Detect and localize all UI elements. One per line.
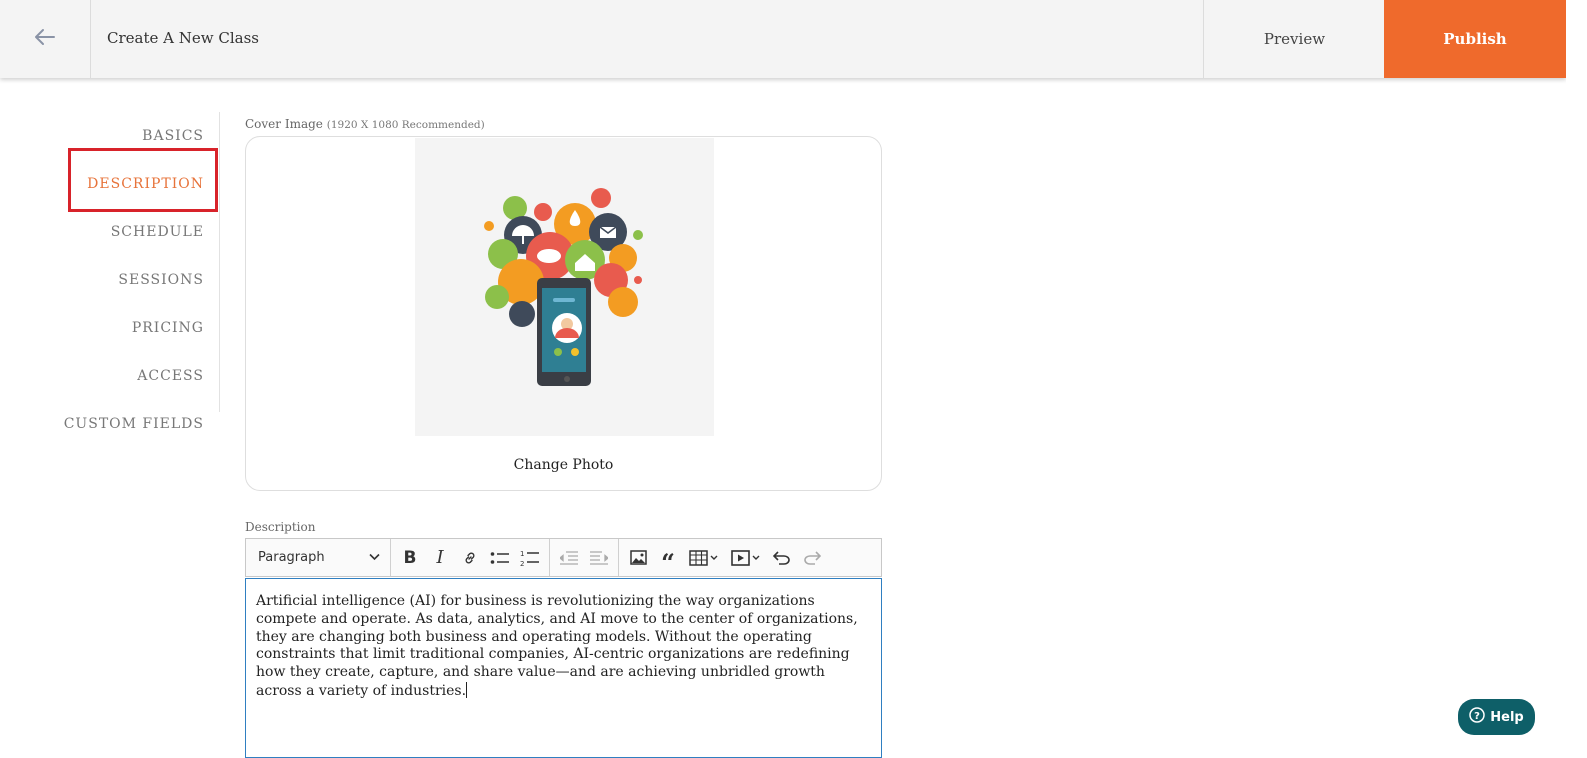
insert-group: “	[619, 539, 831, 576]
smartphone-apps-illustration	[484, 188, 643, 386]
nav-item-basics[interactable]: BASICS	[142, 128, 204, 144]
page-title: Create A New Class	[107, 29, 259, 47]
svg-text:2: 2	[520, 560, 524, 567]
nav-item-pricing[interactable]: PRICING	[132, 320, 204, 336]
blockquote-icon[interactable]: “	[653, 543, 683, 574]
cover-image-hint: (1920 X 1080 Recommended)	[326, 119, 485, 131]
description-label: Description	[245, 520, 316, 534]
image-icon[interactable]	[623, 543, 653, 573]
indent-icon[interactable]	[584, 543, 614, 573]
link-icon[interactable]	[455, 543, 485, 573]
nav-item-access[interactable]: ACCESS	[137, 368, 204, 384]
nav-item-sessions[interactable]: SESSIONS	[118, 272, 204, 288]
arrow-left-icon	[34, 28, 56, 50]
nav-item-custom-fields[interactable]: CUSTOM FIELDS	[64, 416, 204, 432]
text-style-group: B I 12	[391, 539, 550, 576]
help-label: Help	[1490, 709, 1524, 725]
preview-button[interactable]: Preview	[1203, 0, 1385, 78]
media-icon[interactable]	[725, 543, 767, 573]
description-text: Artificial intelligence (AI) for busines…	[256, 593, 858, 699]
change-photo-button[interactable]: Change Photo	[246, 457, 881, 473]
cover-image[interactable]	[415, 138, 714, 436]
indent-group	[550, 539, 619, 576]
italic-icon[interactable]: I	[425, 543, 455, 573]
table-icon[interactable]	[683, 543, 725, 573]
paragraph-format-select[interactable]: Paragraph	[246, 539, 391, 576]
paragraph-format-value: Paragraph	[258, 550, 325, 565]
cover-image-label: Cover Image (1920 X 1080 Recommended)	[245, 117, 485, 131]
undo-icon[interactable]	[767, 543, 797, 573]
nav-item-schedule[interactable]: SCHEDULE	[111, 224, 204, 240]
description-editor[interactable]: Artificial intelligence (AI) for busines…	[245, 578, 882, 758]
active-item-highlight	[68, 148, 218, 212]
question-circle-icon: ?	[1469, 707, 1486, 727]
numbered-list-icon[interactable]: 12	[515, 543, 545, 573]
cover-image-card: Change Photo	[245, 136, 882, 491]
help-button[interactable]: ? Help	[1458, 699, 1535, 735]
chevron-down-icon	[369, 550, 380, 565]
scrollbar-track[interactable]	[1566, 0, 1587, 752]
publish-button[interactable]: Publish	[1384, 0, 1566, 78]
top-bar: Create A New Class Preview Publish	[0, 0, 1566, 78]
back-button[interactable]	[0, 0, 91, 78]
bulleted-list-icon[interactable]	[485, 543, 515, 573]
redo-icon[interactable]	[797, 543, 827, 573]
cover-image-label-text: Cover Image	[245, 117, 323, 131]
text-caret	[466, 681, 468, 698]
svg-text:1: 1	[520, 550, 524, 558]
editor-toolbar: Paragraph B I 12 “	[245, 538, 882, 577]
bold-icon[interactable]: B	[395, 543, 425, 573]
svg-text:?: ?	[1474, 711, 1480, 722]
outdent-icon[interactable]	[554, 543, 584, 573]
